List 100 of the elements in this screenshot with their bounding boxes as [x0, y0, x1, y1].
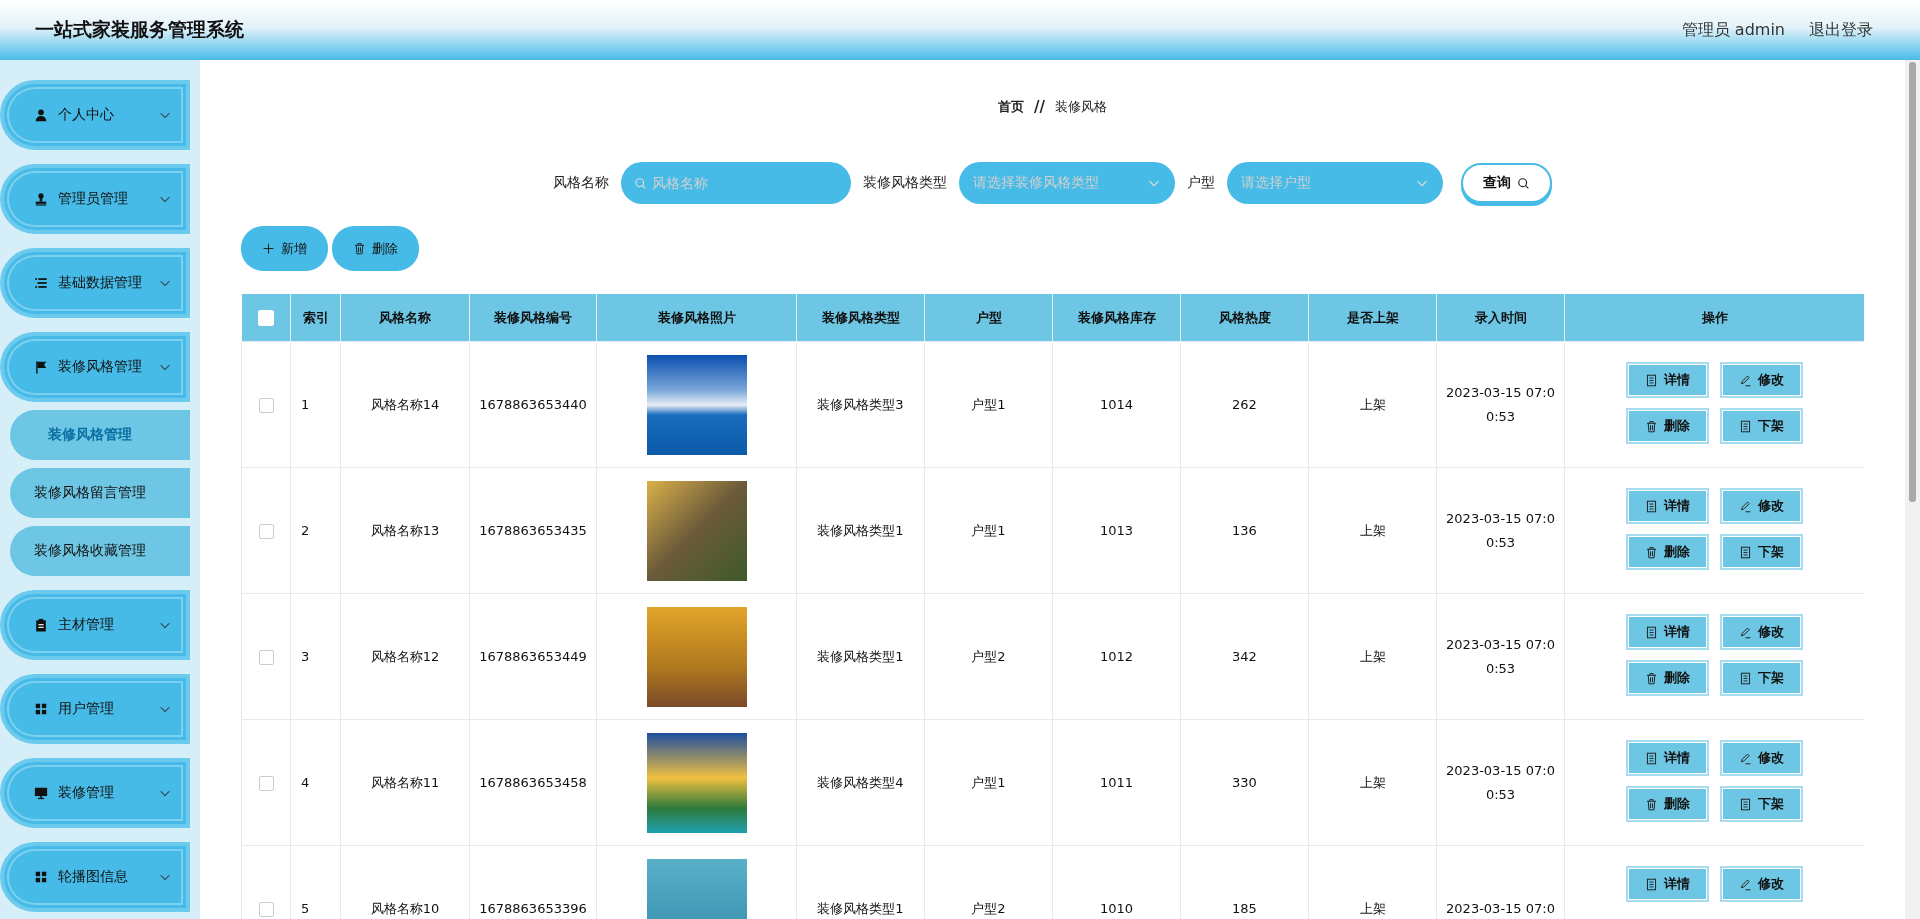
unshelf-button[interactable]: 下架 [1720, 534, 1803, 570]
table-cell: 1678863653435 [479, 523, 587, 538]
document-icon [1645, 499, 1658, 513]
table-cell: 装修风格类型3 [817, 396, 904, 412]
detail-button[interactable]: 详情 [1626, 362, 1709, 398]
trash-icon [1645, 671, 1658, 685]
detail-button[interactable]: 详情 [1626, 866, 1709, 902]
row-checkbox[interactable] [258, 901, 274, 917]
edit-button[interactable]: 修改 [1720, 740, 1803, 776]
column-header: 风格名称 [340, 294, 470, 342]
table-cell: 4 [301, 775, 310, 790]
table-cell-text: 2023-03-15 07:00:53 [1445, 509, 1556, 552]
column-header: 装修风格库存 [1052, 294, 1181, 342]
add-button[interactable]: 新增 [241, 226, 328, 271]
menu-item[interactable]: 装修风格管理 [0, 332, 190, 402]
table-cell: 装修风格类型4 [817, 774, 904, 790]
breadcrumb-link[interactable]: 首页 [998, 98, 1024, 116]
document-icon [1739, 671, 1752, 685]
unshelf-button[interactable]: 下架 [1720, 786, 1803, 822]
submenu-item[interactable]: 装修风格收藏管理 [10, 526, 190, 576]
menu-item[interactable]: 用户管理 [0, 674, 190, 744]
monitor-icon [34, 786, 48, 800]
unshelf-button[interactable]: 下架 [1720, 408, 1803, 444]
pencil-icon [1739, 625, 1752, 639]
table-cell: 2 [301, 523, 310, 538]
delete-button[interactable]: 删除 [1626, 408, 1709, 444]
table-cell: 户型2 [971, 900, 1006, 916]
detail-button[interactable]: 详情 [1626, 488, 1709, 524]
search-icon [1517, 176, 1530, 190]
menu-item[interactable]: 管理员管理 [0, 164, 190, 234]
clipboard-icon [34, 618, 48, 632]
detail-button[interactable]: 详情 [1626, 614, 1709, 650]
table-cell: 装修风格类型1 [817, 648, 904, 664]
flag-icon [34, 360, 48, 374]
table-cell: 户型1 [971, 522, 1006, 538]
table-cell: 262 [1232, 397, 1257, 412]
edit-button[interactable]: 修改 [1720, 488, 1803, 524]
table-cell-text: 2023-03-15 07:0 [1445, 899, 1556, 918]
column-header: 索引 [290, 294, 341, 342]
table-cell: 5 [301, 901, 310, 916]
table-cell: 户型1 [971, 396, 1006, 412]
table-cell: 330 [1232, 775, 1257, 790]
document-icon [1739, 419, 1752, 433]
search-icon [634, 177, 647, 190]
row-checkbox[interactable] [258, 397, 274, 413]
select-all-checkbox[interactable] [257, 309, 274, 326]
delete-button[interactable]: 删除 [1626, 660, 1709, 696]
document-icon [1739, 797, 1752, 811]
edit-button[interactable]: 修改 [1720, 362, 1803, 398]
query-button[interactable]: 查询 [1461, 163, 1552, 203]
detail-button[interactable]: 详情 [1626, 740, 1709, 776]
search-field[interactable]: 风格名称 [621, 162, 851, 204]
delete-button[interactable]: 删除 [332, 226, 419, 271]
delete-button[interactable]: 删除 [1626, 786, 1709, 822]
document-icon [1645, 877, 1658, 891]
logout-link[interactable]: 退出登录 [1809, 19, 1873, 41]
menu-item[interactable]: 个人中心 [0, 80, 190, 150]
column-header: 装修风格照片 [596, 294, 797, 342]
table-cell: 户型1 [971, 774, 1006, 790]
table-cell: 上架 [1359, 648, 1386, 664]
pencil-icon [1739, 373, 1752, 387]
pencil-icon [1739, 877, 1752, 891]
row-checkbox[interactable] [258, 523, 274, 539]
row-checkbox[interactable] [258, 775, 274, 791]
menu-item[interactable]: 基础数据管理 [0, 248, 190, 318]
table-cell: 185 [1232, 901, 1257, 916]
table-cell-text: 2023-03-15 07:00:53 [1445, 635, 1556, 678]
list-icon [34, 276, 48, 290]
delete-button[interactable]: 删除 [1626, 534, 1709, 570]
submenu-item[interactable]: 装修风格留言管理 [10, 468, 190, 518]
scrollbar[interactable] [1905, 60, 1920, 919]
table-cell: 3 [301, 649, 310, 664]
table-cell: 风格名称13 [370, 522, 440, 538]
table-cell: 风格名称12 [370, 648, 440, 664]
user-name: 管理员 admin [1681, 19, 1785, 41]
table-cell: 1014 [1099, 397, 1134, 412]
table-cell: 1678863653440 [479, 397, 587, 412]
edit-button[interactable]: 修改 [1720, 614, 1803, 650]
trash-icon [1645, 797, 1658, 811]
user-icon [34, 108, 48, 122]
table-cell: 装修风格类型1 [817, 522, 904, 538]
column-header: 风格热度 [1180, 294, 1309, 342]
menu-item[interactable]: 装修管理 [0, 758, 190, 828]
trash-icon [1645, 545, 1658, 559]
field-label: 风格名称 [553, 174, 609, 192]
breadcrumb-link[interactable]: 装修风格 [1055, 98, 1107, 116]
edit-button[interactable]: 修改 [1720, 866, 1803, 902]
pencil-icon [1739, 751, 1752, 765]
table-cell: 136 [1232, 523, 1257, 538]
document-icon [1645, 625, 1658, 639]
menu-item[interactable]: 轮播图信息 [0, 842, 190, 912]
table-cell: 风格名称10 [370, 900, 440, 916]
plus-icon [262, 242, 275, 255]
scrollbar-thumb[interactable] [1909, 62, 1916, 502]
table-cell: 1678863653396 [479, 901, 587, 916]
unshelf-button[interactable]: 下架 [1720, 660, 1803, 696]
row-checkbox[interactable] [258, 649, 274, 665]
field-label: 户型 [1187, 174, 1215, 192]
column-header: 装修风格编号 [469, 294, 597, 342]
menu-item[interactable]: 主材管理 [0, 590, 190, 660]
